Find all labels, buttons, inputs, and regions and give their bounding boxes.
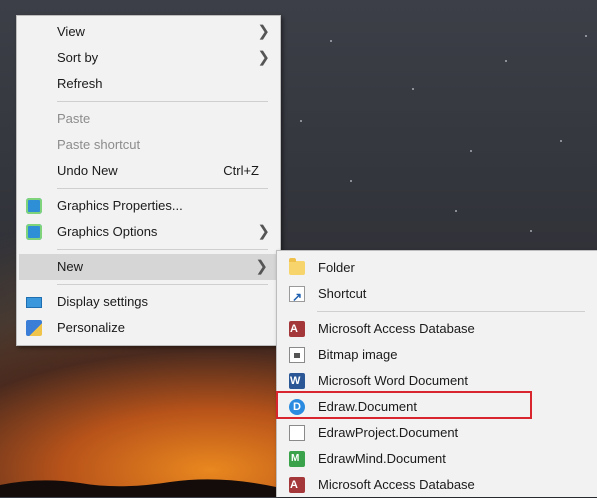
menu-item-personalize[interactable]: Personalize (17, 315, 280, 341)
submenu-item-word-document[interactable]: Microsoft Word Document (277, 368, 597, 394)
shortcut-icon (289, 284, 305, 310)
chevron-right-icon: ❯ (255, 258, 268, 275)
menu-item-label: Sort by (57, 50, 99, 65)
menu-item-new[interactable]: New ❯ (19, 254, 278, 280)
submenu-item-bitmap-image[interactable]: Bitmap image (277, 342, 597, 368)
access-icon (289, 472, 305, 498)
menu-item-label: Paste shortcut (57, 137, 141, 152)
graphics-icon (26, 198, 42, 214)
desktop-context-menu: View ❯ Sort by ❯ Refresh Paste Paste sho… (16, 15, 281, 346)
menu-item-sort-by[interactable]: Sort by ❯ (17, 45, 280, 71)
edraw-icon (289, 394, 305, 420)
menu-item-label: New (57, 259, 84, 274)
folder-icon (289, 258, 305, 275)
submenu-item-access-database[interactable]: Microsoft Access Database (277, 316, 597, 342)
submenu-item-edrawproject-document[interactable]: EdrawProject.Document (277, 420, 597, 446)
menu-separator (317, 311, 585, 312)
document-icon (289, 425, 305, 441)
chevron-right-icon: ❯ (257, 23, 270, 40)
menu-item-display-settings[interactable]: Display settings (17, 289, 280, 315)
menu-separator (57, 284, 268, 285)
menu-item-label: EdrawProject.Document (318, 425, 459, 440)
menu-item-undo-new[interactable]: Undo New Ctrl+Z (17, 158, 280, 184)
access-icon (289, 316, 305, 342)
bitmap-icon (289, 347, 305, 363)
menu-item-label: Display settings (57, 294, 149, 309)
menu-item-label: EdrawMind.Document (318, 451, 446, 466)
new-submenu: Folder Shortcut Microsoft Access Databas… (276, 250, 597, 498)
menu-item-label: Paste (57, 111, 91, 126)
menu-item-paste: Paste (17, 106, 280, 132)
menu-item-graphics-options[interactable]: Graphics Options ❯ (17, 219, 280, 245)
graphics-icon (26, 224, 42, 240)
edrawmind-icon (289, 446, 305, 472)
submenu-item-folder[interactable]: Folder (277, 255, 597, 281)
menu-item-label: Microsoft Word Document (318, 373, 469, 388)
menu-separator (57, 188, 268, 189)
submenu-item-edraw-document[interactable]: Edraw.Document (276, 391, 597, 420)
menu-item-graphics-properties[interactable]: Graphics Properties... (17, 193, 280, 219)
menu-item-label: Edraw.Document (318, 399, 417, 414)
submenu-item-shortcut[interactable]: Shortcut (277, 281, 597, 310)
menu-item-label: Graphics Properties... (57, 198, 183, 213)
menu-item-label: Personalize (57, 320, 125, 335)
menu-item-paste-shortcut: Paste shortcut (17, 132, 280, 158)
menu-item-view[interactable]: View ❯ (17, 19, 280, 45)
display-icon (26, 297, 42, 308)
submenu-item-access-database-2[interactable]: Microsoft Access Database (277, 472, 597, 498)
menu-item-label: Shortcut (318, 286, 367, 301)
chevron-right-icon: ❯ (257, 223, 270, 240)
menu-item-label: Undo New (57, 163, 118, 178)
menu-item-label: Refresh (57, 76, 103, 91)
menu-item-label: Bitmap image (318, 347, 398, 362)
menu-item-label: Microsoft Access Database (318, 477, 475, 492)
menu-separator (57, 249, 268, 250)
personalize-icon (26, 320, 42, 336)
keyboard-shortcut: Ctrl+Z (223, 163, 259, 178)
menu-item-label: Microsoft Access Database (318, 321, 475, 336)
word-icon (289, 368, 305, 394)
menu-item-refresh[interactable]: Refresh (17, 71, 280, 97)
menu-item-label: Graphics Options (57, 224, 158, 239)
menu-separator (57, 101, 268, 102)
menu-item-label: View (57, 24, 85, 39)
chevron-right-icon: ❯ (257, 49, 270, 66)
menu-item-label: Folder (318, 260, 355, 275)
submenu-item-edrawmind-document[interactable]: EdrawMind.Document (277, 446, 597, 472)
